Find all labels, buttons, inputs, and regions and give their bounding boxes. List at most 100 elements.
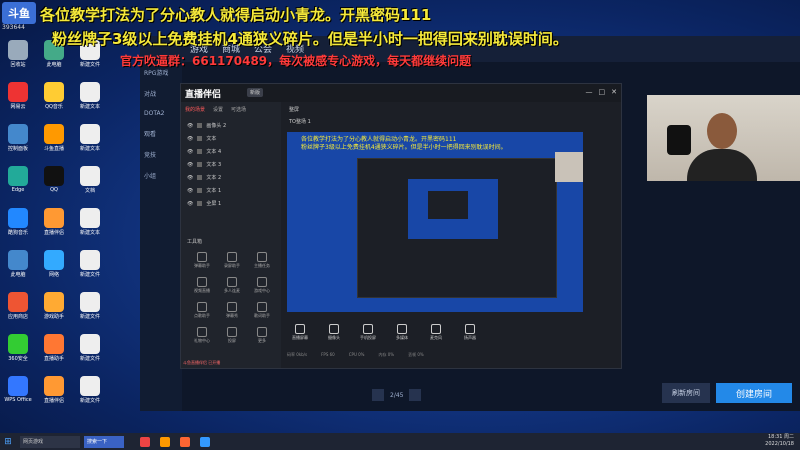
tool-label: 投屏 (228, 338, 236, 343)
desktop-icon[interactable]: 新建文件 (74, 376, 106, 404)
tool-button[interactable]: 弹幕秀 (217, 302, 247, 319)
chrome-icon[interactable] (140, 436, 150, 447)
app-icon[interactable] (200, 436, 210, 447)
close-icon[interactable]: ✕ (611, 88, 617, 96)
desktop-icon[interactable]: 360安全 (2, 334, 34, 362)
tool-button[interactable]: 游戏中心 (247, 277, 277, 294)
main-header[interactable]: 整屏 (289, 106, 299, 113)
desktop-icon[interactable]: 网络 (38, 250, 70, 278)
desktop-icon[interactable]: 控制面板 (2, 124, 34, 152)
desktop-icon[interactable]: 游戏助手 (38, 292, 70, 320)
tray-time: 18:31 周二 (768, 434, 794, 440)
launcher-side-item[interactable]: 对战 (140, 83, 182, 104)
launcher-side-item[interactable]: 观看 (140, 123, 182, 144)
visibility-icon[interactable]: 👁 (187, 123, 193, 129)
launcher-side-item[interactable]: DOTA2 (140, 104, 182, 123)
desktop-icon[interactable]: QQ音乐 (38, 82, 70, 110)
capture-control-button[interactable]: 直播屏幕 (285, 324, 315, 341)
desktop-icon[interactable]: 新建文件 (74, 292, 106, 320)
visibility-icon[interactable]: 👁 (187, 162, 193, 168)
visibility-icon[interactable]: 👁 (187, 201, 193, 207)
tool-label: 点歌助手 (194, 313, 210, 318)
desktop-icon[interactable]: 斗鱼直播 (38, 124, 70, 152)
tool-button[interactable]: 歌词助手 (247, 302, 277, 319)
scene-item[interactable]: 👁 画像头 2 (181, 119, 281, 132)
desktop-icon[interactable]: 直播伴侣 (38, 376, 70, 404)
desktop-icon[interactable]: 新建文本 (74, 82, 106, 110)
tool-button[interactable]: 投屏 (217, 327, 247, 344)
desktop-icon[interactable]: 新建文本 (74, 124, 106, 152)
desktop-icon[interactable]: 此电脑 (2, 250, 34, 278)
tab-optional[interactable]: 可选场 (231, 106, 246, 113)
app-icon (8, 208, 28, 228)
tool-icon (197, 277, 207, 287)
tool-button[interactable]: 视频直播 (187, 277, 217, 294)
tool-button[interactable]: 礼物中心 (187, 327, 217, 344)
tool-button[interactable]: 更多 (247, 327, 277, 344)
desktop-icon[interactable]: QQ (38, 166, 70, 193)
visibility-icon[interactable]: 👁 (187, 188, 193, 194)
control-label: 手机投屏 (360, 335, 376, 340)
desktop-icon[interactable]: 新建文件 (74, 250, 106, 278)
launcher-side-item[interactable]: 小组 (140, 165, 182, 186)
page-indicator: 2/45 (390, 391, 404, 399)
preview-banner-line: 粉丝牌子3级以上免费挂机4通狭义碎片。但是半小时一把得回来别耽误时间。 (301, 144, 507, 151)
capture-control-button[interactable]: 多媒体 (387, 324, 417, 341)
stat-item: 码率 0kb/s (287, 352, 308, 357)
desktop-icon[interactable]: 直播伴侣 (38, 208, 70, 236)
scene-item[interactable]: 👁 文本 (181, 132, 281, 145)
desktop-icon[interactable]: 新建文本 (74, 208, 106, 236)
capture-control-button[interactable]: 摄像头 (319, 324, 349, 341)
minimize-icon[interactable]: — (586, 88, 593, 96)
next-page-button[interactable] (409, 389, 422, 401)
visibility-icon[interactable]: 👁 (187, 136, 193, 142)
tool-button[interactable]: 录屏助手 (217, 252, 247, 269)
desktop-icon[interactable]: 酷狗音乐 (2, 208, 34, 236)
tab-settings[interactable]: 设置 (213, 106, 223, 113)
tool-label: 弹幕助手 (194, 263, 210, 268)
streaming-app-window[interactable]: 直播伴侣 新版 — □ ✕ 我的场景 设置 可选场 👁 画像头 2 👁 文本 👁 文本 4… (180, 83, 622, 369)
desktop-icon-label: 网络 (48, 272, 59, 278)
visibility-icon[interactable]: 👁 (187, 175, 193, 181)
app-titlebar: 直播伴侣 新版 — □ ✕ (181, 84, 621, 102)
desktop-icon-label: Edge (11, 187, 25, 193)
tool-button[interactable]: 多人连麦 (217, 277, 247, 294)
taskbar-search[interactable]: 网页游戏 (20, 435, 80, 448)
desktop-icon-label: 文档 (84, 188, 95, 194)
taskbar-search-button[interactable]: 搜索一下 (84, 435, 124, 448)
desktop-icon[interactable]: 新建文件 (74, 334, 106, 362)
scene-item[interactable]: 👁 文本 1 (181, 184, 281, 197)
desktop-icon[interactable]: 直播助手 (38, 334, 70, 362)
system-tray-clock[interactable]: 18:31 周二 2022/10/18 (765, 434, 794, 448)
tool-button[interactable]: 弹幕助手 (187, 252, 217, 269)
launcher-side-item[interactable]: 竞技 (140, 144, 182, 165)
scene-item[interactable]: 👁 文本 3 (181, 158, 281, 171)
desktop-icon[interactable]: 文档 (74, 166, 106, 194)
desktop-icon[interactable]: 应用商店 (2, 292, 34, 320)
tool-button[interactable]: 主播任务 (247, 252, 277, 269)
visibility-icon[interactable]: 👁 (187, 149, 193, 155)
tool-button[interactable]: 点歌助手 (187, 302, 217, 319)
refresh-room-button[interactable]: 刷新房间 (662, 383, 710, 403)
desktop-icon[interactable]: WPS Office (2, 376, 34, 403)
app-icon (8, 250, 28, 270)
scene-label: 画像头 2 (206, 123, 227, 129)
app-icon (80, 292, 100, 312)
capture-control-button[interactable]: 手机投屏 (353, 324, 383, 341)
desktop-icon[interactable]: 网易云 (2, 82, 34, 110)
scene-item[interactable]: 👁 全屏 1 (181, 197, 281, 210)
capture-control-button[interactable]: 扬声器 (455, 324, 485, 341)
tab-my-scenes[interactable]: 我的场景 (185, 106, 205, 113)
windows-start-icon[interactable]: ⊞ (0, 433, 16, 450)
scene-list: 👁 画像头 2 👁 文本 👁 文本 4 👁 文本 3 👁 文本 2 👁 文本 1 👁 全屏 1 (181, 119, 281, 210)
scene-item[interactable]: 👁 文本 4 (181, 145, 281, 158)
game-icon[interactable] (160, 436, 170, 447)
desktop-icon[interactable]: Edge (2, 166, 34, 193)
prev-page-button[interactable] (372, 389, 384, 401)
maximize-icon[interactable]: □ (599, 88, 606, 96)
create-room-button[interactable]: 创建房间 (716, 383, 792, 403)
capture-control-button[interactable]: 麦克风 (421, 324, 451, 341)
douyu-icon[interactable] (180, 436, 190, 447)
stream-preview[interactable]: 各位教学打法为了分心教人就得启动小青龙。开黑密码111 粉丝牌子3级以上免费挂机… (287, 132, 583, 312)
scene-item[interactable]: 👁 文本 2 (181, 171, 281, 184)
